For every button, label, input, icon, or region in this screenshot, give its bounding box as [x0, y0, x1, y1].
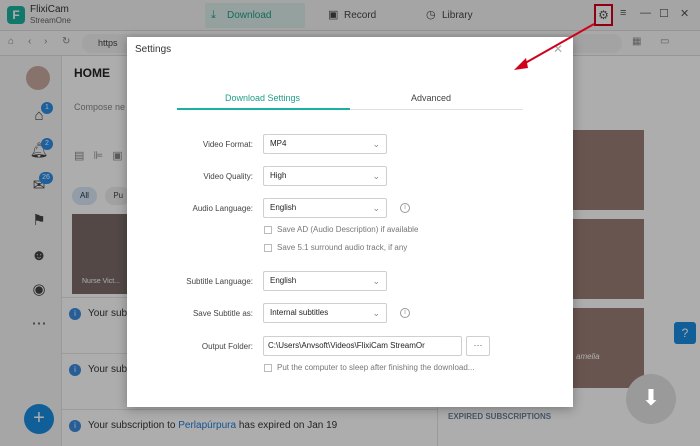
save-ad-checkbox[interactable]: Save AD (Audio Description) if available — [264, 225, 418, 234]
save-subtitle-select[interactable]: Internal subtitles ⌄ — [263, 303, 387, 323]
save-subtitle-label: Save Subtitle as: — [192, 309, 253, 318]
checkbox-box[interactable] — [264, 225, 272, 234]
active-tab-underline — [177, 108, 350, 110]
info-icon[interactable]: i — [400, 308, 410, 318]
video-quality-select[interactable]: High ⌄ — [263, 166, 387, 186]
subtitle-language-label: Subtitle Language: — [186, 277, 253, 286]
chevron-down-icon: ⌄ — [372, 139, 380, 149]
dialog-title: Settings — [135, 44, 172, 55]
save-51-checkbox[interactable]: Save 5.1 surround audio track, if any — [264, 243, 407, 252]
tab-download-settings[interactable]: Download Settings — [225, 93, 300, 103]
chevron-down-icon: ⌄ — [372, 308, 380, 318]
chevron-down-icon: ⌄ — [372, 276, 380, 286]
output-folder-label: Output Folder: — [201, 342, 253, 351]
chevron-down-icon: ⌄ — [372, 171, 380, 181]
annotation-arrow — [514, 23, 595, 70]
checkbox-box[interactable] — [264, 243, 272, 252]
audio-language-select[interactable]: English ⌄ — [263, 198, 387, 218]
settings-tabs: Download Settings Advanced — [177, 90, 523, 110]
download-float-button[interactable]: ⬇ — [626, 374, 676, 424]
video-format-label: Video Format: — [202, 140, 253, 149]
settings-dialog: Settings ✕ Download Settings Advanced Vi… — [127, 37, 573, 407]
download-arrow-icon: ⬇ — [641, 385, 661, 410]
audio-language-label: Audio Language: — [192, 204, 254, 213]
output-folder-field[interactable]: C:\Users\Anvsoft\Videos\FlixiCam StreamO… — [263, 336, 462, 356]
video-quality-label: Video Quality: — [203, 172, 253, 181]
subtitle-language-select[interactable]: English ⌄ — [263, 271, 387, 291]
tab-advanced[interactable]: Advanced — [411, 93, 451, 103]
sleep-checkbox[interactable]: Put the computer to sleep after finishin… — [264, 363, 474, 372]
video-format-select[interactable]: MP4 ⌄ — [263, 134, 387, 154]
chevron-down-icon: ⌄ — [372, 203, 380, 213]
browse-button[interactable]: ··· — [466, 336, 490, 356]
checkbox-box[interactable] — [264, 363, 272, 372]
info-icon[interactable]: i — [400, 203, 410, 213]
